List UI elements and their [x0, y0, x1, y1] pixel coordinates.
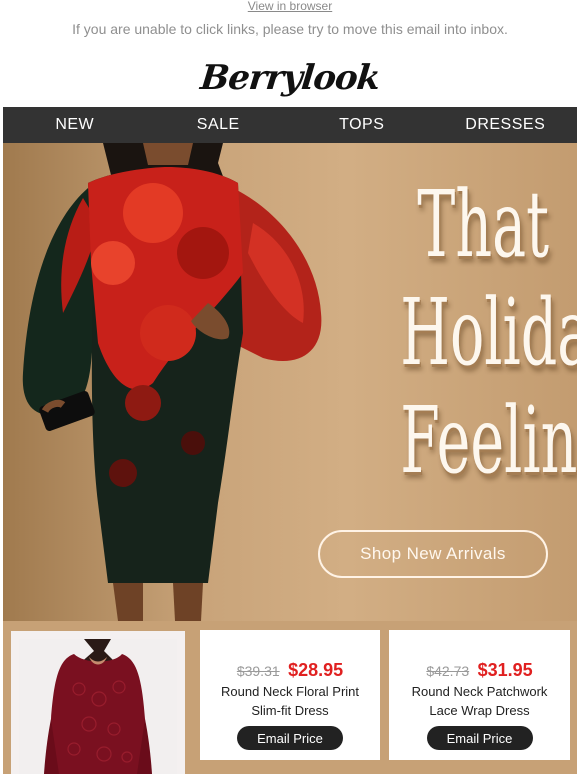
- burgundy-lace-dress-image: [19, 639, 177, 774]
- email-price-button[interactable]: Email Price: [237, 726, 343, 750]
- shop-new-arrivals-button[interactable]: Shop New Arrivals: [318, 530, 548, 578]
- model-floral-dress-image: [22, 143, 322, 621]
- hero-headline: That Holiday Feeling: [400, 171, 577, 495]
- headline-line: That: [417, 171, 549, 278]
- price-row: $42.73 $31.95: [389, 660, 570, 681]
- sale-price: $31.95: [477, 660, 533, 680]
- headline-line: Holiday: [400, 279, 577, 386]
- product-name: Round Neck Patchwork Lace Wrap Dress: [389, 682, 570, 720]
- brand-logo[interactable]: Berrylook: [0, 58, 580, 98]
- main-nav: NEW SALE TOPS DRESSES: [3, 107, 577, 143]
- product-card[interactable]: $42.73 $31.95 Round Neck Patchwork Lace …: [389, 630, 570, 760]
- email-price-button[interactable]: Email Price: [426, 726, 533, 750]
- nav-item-sale[interactable]: SALE: [147, 116, 291, 134]
- hero-banner[interactable]: That Holiday Feeling Shop New Arrivals: [3, 143, 577, 621]
- product-card[interactable]: $39.31 $28.95 Round Neck Floral Print Sl…: [200, 630, 380, 760]
- nav-item-new[interactable]: NEW: [3, 116, 147, 134]
- email-preheader: View in browser If you are unable to cli…: [0, 0, 580, 37]
- product-card[interactable]: [11, 631, 185, 774]
- headline-line: Feeling: [400, 387, 577, 494]
- nav-item-tops[interactable]: TOPS: [290, 116, 434, 134]
- product-strip: $39.31 $28.95 Round Neck Floral Print Sl…: [3, 621, 577, 774]
- product-name-line: Lace Wrap Dress: [429, 703, 530, 718]
- inbox-note: If you are unable to click links, please…: [72, 21, 508, 37]
- original-price: $39.31: [236, 663, 280, 679]
- view-in-browser-link[interactable]: View in browser: [0, 0, 580, 13]
- product-name: Round Neck Floral Print Slim-fit Dress: [200, 682, 380, 720]
- product-name-line: Round Neck Floral Print: [221, 684, 359, 699]
- price-row: $39.31 $28.95: [200, 660, 380, 681]
- nav-item-dresses[interactable]: DRESSES: [434, 116, 578, 134]
- original-price: $42.73: [426, 663, 470, 679]
- product-name-line: Slim-fit Dress: [251, 703, 329, 718]
- product-name-line: Round Neck Patchwork: [411, 684, 548, 699]
- sale-price: $28.95: [288, 660, 344, 680]
